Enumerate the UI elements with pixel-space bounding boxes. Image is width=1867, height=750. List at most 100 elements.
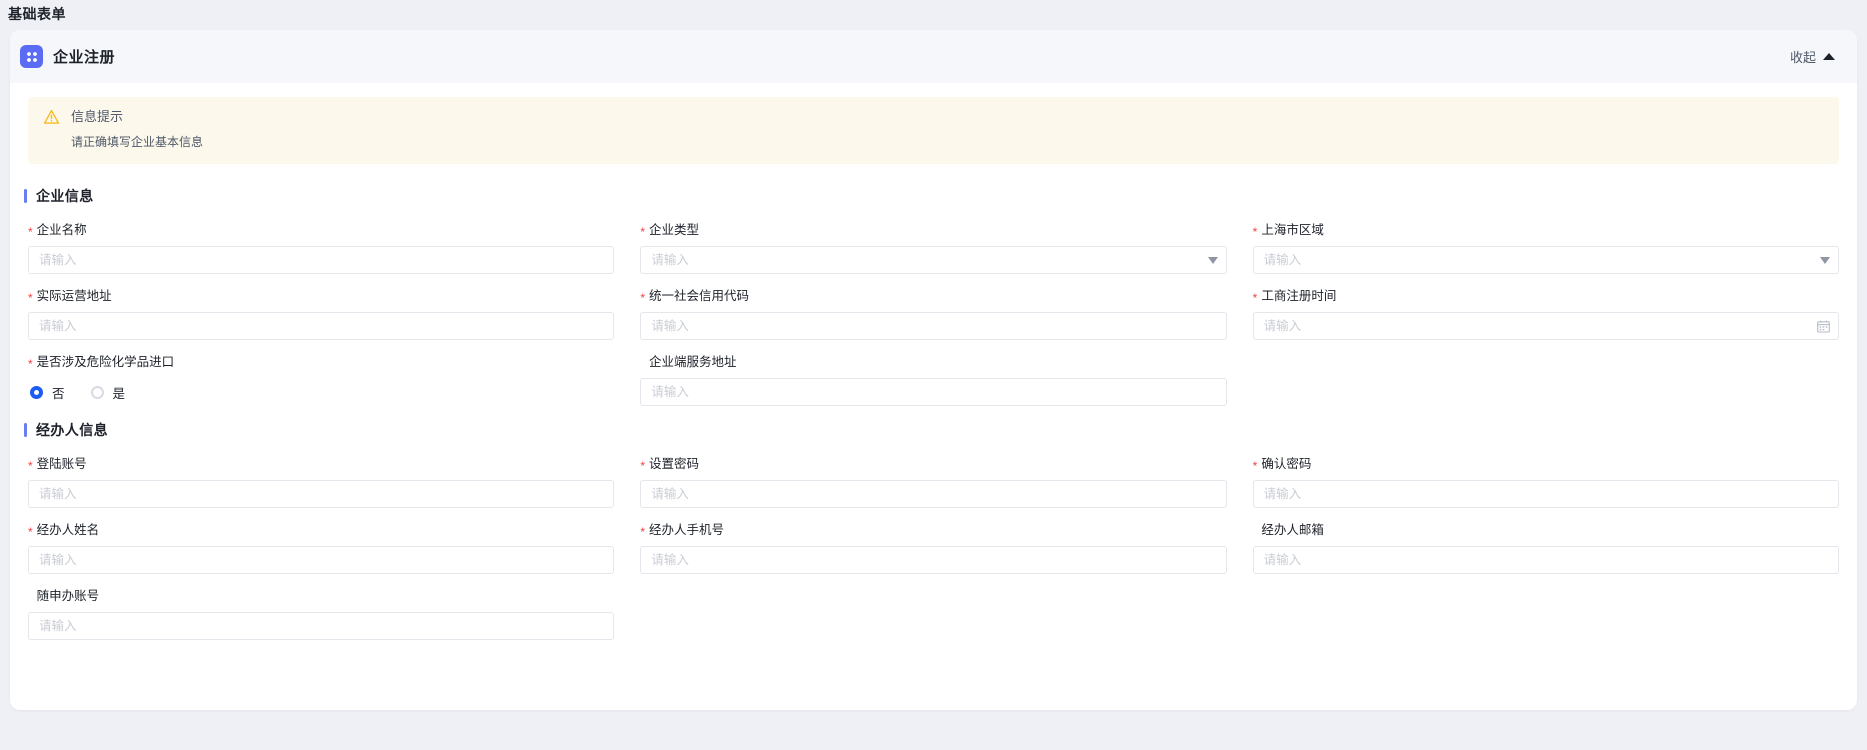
field-label: * 上海市区域 [1253,222,1839,238]
field-label-text: 企业名称 [36,223,87,237]
field-label-text: 工商注册时间 [1261,289,1337,303]
required-marker: * [1252,225,1258,239]
caret-up-icon [1823,53,1835,60]
form-field: * 经办人手机号 [640,522,1227,576]
field-label-text: 是否涉及危险化学品进口 [36,355,175,369]
required-marker: * [640,291,645,305]
date-input[interactable] [1252,312,1839,340]
required-marker: * [28,225,33,239]
required-marker: * [1252,291,1258,305]
form-field: * 确认密码 [1252,456,1839,510]
field-label: *经办人邮箱 [1253,522,1839,538]
collapse-label: 收起 [1789,50,1816,65]
required-marker: * [28,525,33,539]
radio-label: 否 [52,386,65,401]
collapse-button[interactable]: 收起 [1790,47,1835,66]
page-title: 基础表单 [8,6,66,22]
field-label: * 是否涉及危险化学品进口 [28,354,614,370]
form-field: * 企业类型 [640,222,1227,276]
text-input[interactable] [28,546,615,574]
field-label: * 经办人手机号 [640,522,1226,538]
input-wrapper [640,378,1227,406]
field-label: * 实际运营地址 [28,288,614,304]
input-wrapper [640,246,1227,274]
form-field: *随申办账号 [28,588,615,642]
input-wrapper [28,246,615,274]
form-field: *经办人邮箱 [1252,522,1839,576]
required-marker: * [640,525,645,539]
input-wrapper [1252,246,1839,274]
field-label-text: 随申办账号 [36,589,100,603]
section-title: 经办人信息 [24,420,1839,440]
input-wrapper [1252,312,1839,340]
text-input[interactable] [28,612,615,640]
input-wrapper [28,612,615,640]
field-label: * 工商注册时间 [1253,288,1839,304]
field-label-text: 企业类型 [649,223,700,237]
form-field: * 是否涉及危险化学品进口否是 [28,354,614,408]
field-label-text: 经办人姓名 [36,523,100,537]
text-input[interactable] [1252,546,1839,574]
form-field: * 经办人姓名 [28,522,615,576]
required-marker: * [28,291,33,305]
field-label: * 经办人姓名 [28,522,614,538]
input-wrapper [640,546,1227,574]
radio-option[interactable]: 是 [90,383,126,402]
field-label: *企业端服务地址 [640,354,1226,370]
input-wrapper [640,312,1227,340]
text-input[interactable] [640,546,1227,574]
field-label-text: 统一社会信用代码 [649,289,750,303]
form-sections: 企业信息*企业名称*企业类型*上海市区域*实际运营地址*统一社会信用代码*工商注… [24,186,1839,654]
card-title: 企业注册 [53,49,116,66]
alert-header-row: 信息提示 [44,109,1823,124]
select-input[interactable] [640,246,1227,274]
section-title: 企业信息 [24,186,1839,206]
form-field: * 企业名称 [28,222,615,276]
field-label-text: 实际运营地址 [36,289,112,303]
text-input[interactable] [1252,480,1839,508]
text-input[interactable] [28,246,615,274]
card-body: 信息提示 请正确填写企业基本信息 企业信息*企业名称*企业类型*上海市区域*实际… [10,83,1857,654]
warning-triangle-icon [44,110,59,124]
field-label: * 登陆账号 [28,456,614,472]
text-input[interactable] [28,312,615,340]
form-field: * 上海市区域 [1252,222,1839,276]
radio-dot-icon [30,385,43,399]
text-input[interactable] [640,378,1227,406]
text-input[interactable] [28,480,615,508]
input-wrapper [28,312,615,340]
field-grid: *企业名称*企业类型*上海市区域*实际运营地址*统一社会信用代码*工商注册时间*… [28,222,1839,420]
field-label-text: 上海市区域 [1261,223,1324,237]
field-label: * 统一社会信用代码 [640,288,1226,304]
field-label: *随申办账号 [28,588,614,604]
field-label: * 企业名称 [28,222,614,238]
required-marker: * [28,459,33,473]
form-field: * 登陆账号 [28,456,615,510]
input-wrapper [28,546,615,574]
radio-dot-icon [90,385,104,399]
section-label: 企业信息 [36,188,94,204]
radio-label: 是 [112,386,126,401]
radio-option[interactable]: 否 [30,383,65,402]
field-label: * 确认密码 [1253,456,1839,472]
input-wrapper [1252,480,1839,508]
form-field: * 实际运营地址 [28,288,615,342]
field-label-text: 经办人手机号 [649,523,725,537]
required-marker: * [28,357,33,371]
form-field: * 工商注册时间 [1252,288,1839,342]
input-wrapper [1252,546,1839,574]
field-label-text: 经办人邮箱 [1261,523,1324,537]
input-wrapper [640,480,1227,508]
select-input[interactable] [1252,246,1839,274]
alert-description: 请正确填写企业基本信息 [71,135,204,149]
enterprise-registration-card: 企业注册 收起 信息提示 请正确填写企业基本信息 企业信息 * 企业名称 请输入… [10,30,1857,710]
field-label: * 企业类型 [640,222,1226,238]
text-input[interactable] [640,480,1227,508]
card-header: 企业注册 收起 [10,30,1857,83]
text-input[interactable] [640,312,1227,340]
form-field: * 统一社会信用代码 [640,288,1227,342]
required-marker: * [640,459,645,473]
radio-group[interactable]: 否是 [28,378,614,406]
field-grid: *登陆账号*设置密码*确认密码*经办人姓名*经办人手机号*经办人邮箱*随申办账号 [28,456,1839,654]
required-marker: * [640,225,645,239]
